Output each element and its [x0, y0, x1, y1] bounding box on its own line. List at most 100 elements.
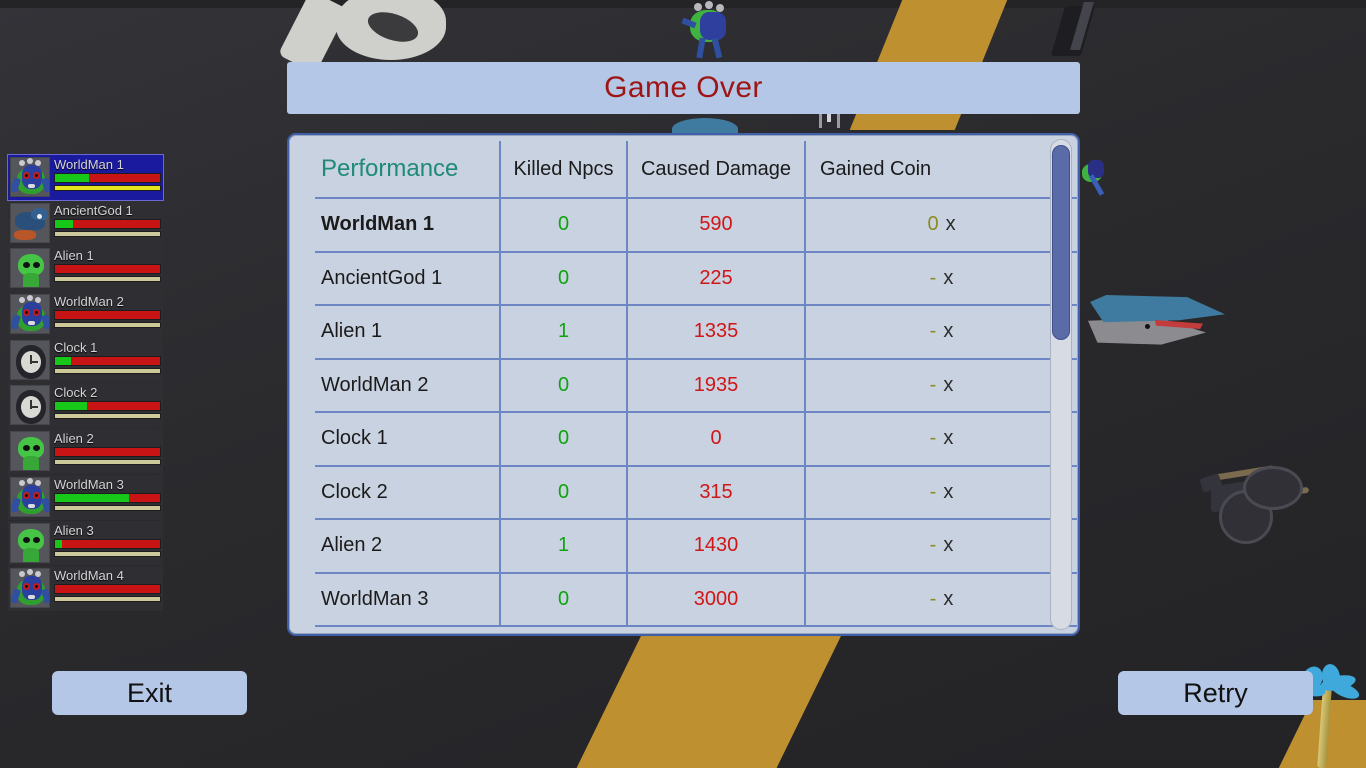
cell-gained-coin: -x: [805, 358, 1077, 413]
hero-status-item[interactable]: Alien 3: [8, 520, 163, 566]
hero-avatar: [10, 202, 50, 243]
hero-status-item[interactable]: WorldMan 1: [8, 155, 163, 200]
background-wheelchair: [1199, 458, 1315, 544]
cell-killed-npcs: 0: [500, 465, 628, 520]
results-table: Performance Killed Npcs Caused Damage Ga…: [315, 141, 1077, 627]
gained-coin-amount: 0: [927, 213, 939, 236]
hero-secondary-bar: [54, 185, 161, 191]
hero-name-label: WorldMan 2: [54, 294, 124, 310]
hero-health-bar: [54, 584, 161, 595]
hero-avatar: [10, 476, 50, 517]
cell-killed-npcs: 1: [500, 519, 628, 574]
hero-status-sidebar: WorldMan 1 AncientGod 1 Alien 1 WorldMan 2 C…: [8, 155, 163, 612]
hero-info: WorldMan 3: [50, 477, 163, 518]
gained-coin-amount: -: [929, 534, 937, 557]
hero-status-item[interactable]: WorldMan 4: [8, 566, 163, 611]
hero-secondary-bar: [54, 367, 161, 374]
gained-coin-amount: -: [929, 320, 937, 343]
hero-secondary-bar: [54, 459, 161, 466]
hero-avatar: [10, 248, 50, 289]
cell-killed-npcs: 0: [500, 251, 628, 306]
hero-secondary-bar: [54, 230, 161, 237]
hero-info: Alien 3: [50, 523, 163, 564]
game-over-title: Game Over: [604, 71, 763, 104]
hero-health-fill: [55, 356, 71, 365]
hero-info: AncientGod 1: [50, 203, 163, 244]
hero-status-item[interactable]: Clock 2: [8, 383, 163, 429]
cell-killed-npcs: 0: [500, 198, 628, 253]
hero-status-item[interactable]: Clock 1: [8, 337, 163, 383]
hero-avatar: [10, 385, 50, 426]
cell-caused-damage: 225: [627, 251, 806, 306]
hero-health-bar: [54, 492, 161, 503]
gained-coin-multiplier: x: [943, 587, 954, 610]
cell-gained-coin: -x: [805, 251, 1077, 306]
hero-health-bar: [54, 218, 161, 229]
hero-secondary-bar: [54, 413, 161, 420]
hero-status-item[interactable]: WorldMan 3: [8, 474, 163, 520]
hero-info: WorldMan 2: [50, 294, 163, 335]
hero-secondary-bar: [54, 322, 161, 329]
gained-coin-amount: -: [929, 427, 937, 450]
gained-coin-amount: -: [929, 587, 937, 610]
gained-coin-multiplier: x: [943, 320, 954, 343]
hero-name-label: AncientGod 1: [54, 202, 133, 218]
column-header-killed-npcs: Killed Npcs: [500, 141, 628, 199]
gained-coin-multiplier: x: [943, 373, 954, 396]
cell-killed-npcs: 1: [500, 305, 628, 360]
cell-caused-damage: 1335: [627, 305, 806, 360]
hero-status-item[interactable]: Alien 1: [8, 246, 163, 292]
cell-caused-damage: 590: [627, 198, 806, 253]
hero-secondary-bar: [54, 504, 161, 511]
cell-caused-damage: 3000: [627, 572, 806, 627]
hero-name-label: Alien 1: [54, 248, 94, 264]
table-row: WorldMan 2 0 1935- x: [315, 358, 1077, 413]
gained-coin-multiplier: x: [943, 427, 954, 450]
table-row: Clock 2 0 315- x: [315, 465, 1077, 520]
gained-coin-multiplier: x: [943, 534, 954, 557]
column-header-performance: Performance: [315, 141, 501, 199]
cell-killed-npcs: 0: [500, 412, 628, 467]
background-character-right: [1078, 158, 1118, 202]
cell-gained-coin: 0x: [805, 198, 1077, 253]
table-row: Alien 1 1 1335 - x: [315, 305, 1077, 360]
table-row: Alien 2 1 1430 - x: [315, 519, 1077, 574]
results-scrollbar[interactable]: [1050, 139, 1072, 630]
hero-avatar: [10, 157, 50, 197]
table-row: AncientGod 1 0 225- x: [315, 251, 1077, 306]
hero-name-label: Alien 3: [54, 522, 94, 538]
hero-name-label: WorldMan 3: [54, 476, 124, 492]
cell-performance-name: Alien 1: [315, 305, 501, 360]
cell-gained-coin: -x: [805, 465, 1077, 520]
gained-coin-multiplier: x: [943, 480, 954, 503]
column-header-caused-damage: Caused Damage: [627, 141, 806, 199]
hero-health-bar: [54, 264, 161, 275]
hero-name-label: WorldMan 4: [54, 568, 124, 584]
hero-health-fill: [55, 493, 129, 502]
hero-health-fill: [55, 219, 73, 228]
results-table-body: WorldMan 1 0 590 0 x AncientGod 1 0 225- x Alien …: [315, 198, 1077, 627]
gained-coin-amount: -: [929, 266, 937, 289]
hero-health-fill: [55, 539, 63, 548]
cell-killed-npcs: 0: [500, 572, 628, 627]
retry-button[interactable]: Retry: [1118, 671, 1313, 715]
hero-name-label: WorldMan 1: [54, 157, 124, 172]
cell-gained-coin: -x: [805, 412, 1077, 467]
cell-caused-damage: 1430: [627, 519, 806, 574]
hero-info: Clock 1: [50, 340, 163, 381]
hero-name-label: Clock 2: [54, 385, 98, 401]
hero-status-item[interactable]: WorldMan 2: [8, 292, 163, 337]
hero-avatar: [10, 339, 50, 380]
gained-coin-multiplier: x: [945, 213, 956, 236]
hero-health-bar: [54, 310, 161, 321]
cell-performance-name: WorldMan 2: [315, 358, 501, 413]
cell-caused-damage: 0: [627, 412, 806, 467]
results-panel-inner: Performance Killed Npcs Caused Damage Ga…: [289, 135, 1078, 634]
hero-status-item[interactable]: AncientGod 1: [8, 200, 163, 246]
results-scrollbar-thumb[interactable]: [1052, 144, 1070, 341]
table-row: WorldMan 3 0 3000- x: [315, 572, 1077, 627]
hero-avatar: [10, 294, 50, 335]
cell-performance-name: Alien 2: [315, 519, 501, 574]
hero-status-item[interactable]: Alien 2: [8, 429, 163, 474]
exit-button[interactable]: Exit: [52, 671, 247, 715]
